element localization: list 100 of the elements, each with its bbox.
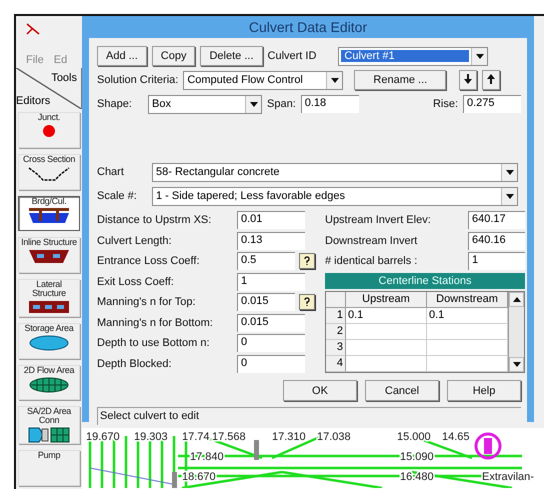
- column-header: Upstream: [346, 292, 427, 308]
- editor-button[interactable]: Cross Section: [18, 154, 80, 190]
- dropdown-arrow-icon: [512, 362, 520, 366]
- span-field[interactable]: 0.18: [300, 95, 359, 113]
- field-label: Manning's n for Bottom:: [97, 316, 214, 329]
- input-field[interactable]: 0: [237, 334, 305, 352]
- station-label: 19.670: [86, 431, 120, 443]
- field-label: Shape:: [97, 98, 133, 110]
- dialog-button[interactable]: Cancel: [365, 380, 439, 401]
- field-label: Depth to use Bottom n:: [97, 337, 211, 350]
- field-label: Exit Loss Coeff:: [97, 276, 175, 288]
- status-bar: Select culvert to edit: [97, 407, 521, 425]
- chart-dropdown[interactable]: 58- Rectangular concrete: [152, 162, 518, 182]
- arrow-up-icon: [487, 74, 496, 84]
- input-field[interactable]: 0.01: [237, 211, 305, 230]
- field-label: Chart: [97, 166, 125, 178]
- station-label: 17.840: [190, 451, 224, 463]
- field-label: Manning's n for Top:: [97, 296, 197, 308]
- input-field[interactable]: 640.17: [468, 211, 525, 230]
- scale-dropdown[interactable]: 1 - Side tapered; Less favorable edges: [152, 186, 518, 206]
- dropdown-arrow-icon: [506, 170, 514, 174]
- input-field[interactable]: 0.015: [237, 293, 295, 312]
- input-field[interactable]: 1: [237, 272, 305, 291]
- field-label: Downstream Invert: [325, 234, 418, 247]
- dropdown-arrow-icon: [506, 194, 514, 198]
- editor-button[interactable]: Pump: [18, 450, 80, 486]
- field-label: Upstream Invert Elev:: [325, 214, 432, 226]
- input-field[interactable]: 0.13: [237, 232, 305, 250]
- rise-field[interactable]: 0.275: [463, 95, 521, 113]
- tools-label: Tools: [51, 72, 77, 84]
- toolbar-button[interactable]: Copy: [152, 46, 196, 66]
- station-label: 17.568: [212, 431, 246, 443]
- field-label: # identical barrels :: [325, 255, 418, 268]
- input-field[interactable]: 640.16: [468, 232, 525, 250]
- area-connection-icon: [27, 425, 71, 444]
- field-label: Span:: [267, 98, 296, 110]
- dropdown-arrow-icon: [330, 78, 339, 82]
- scrollbar[interactable]: [508, 292, 524, 372]
- window-title: Culvert Data Editor: [248, 18, 368, 37]
- toolbar-button[interactable]: Add ...: [97, 46, 147, 66]
- bridge-icon: [27, 206, 71, 224]
- storage-area-icon: [27, 332, 71, 351]
- station-label: 14.65: [442, 431, 470, 443]
- field-label: Solution Criteria:: [97, 74, 178, 86]
- junction-icon: [42, 124, 56, 138]
- editor-button[interactable]: SA/2D Area Conn: [18, 406, 80, 444]
- editor-button[interactable]: Inline Structure: [18, 237, 80, 273]
- table-cell[interactable]: [346, 340, 427, 356]
- dropdown-arrow-icon: [476, 54, 484, 58]
- help-button[interactable]: [299, 294, 315, 310]
- input-field[interactable]: 0: [237, 354, 305, 373]
- editor-button[interactable]: Storage Area: [18, 322, 80, 359]
- table-cell[interactable]: [346, 356, 427, 372]
- toolbar-button[interactable]: Delete ...: [200, 46, 263, 66]
- station-label: 19.303: [134, 431, 168, 443]
- scroll-up-arrow-icon: [512, 296, 520, 302]
- field-label: Culvert ID: [268, 50, 316, 62]
- inline-structure-icon: [27, 247, 71, 266]
- field-label: Rise:: [432, 98, 458, 110]
- input-field[interactable]: 1: [468, 252, 525, 270]
- table-corner: [326, 292, 346, 308]
- move-down-button[interactable]: [459, 70, 478, 90]
- dialog-button[interactable]: OK: [283, 380, 357, 401]
- field-label: Distance to Upstrm XS:: [97, 214, 212, 226]
- table-cell[interactable]: 0.1: [346, 308, 427, 324]
- table-cell[interactable]: [346, 324, 427, 340]
- row-number: 2: [326, 324, 346, 340]
- grid-area-icon: [27, 374, 71, 393]
- question-icon: [302, 256, 312, 266]
- solution-dropdown[interactable]: Computed Flow Control: [183, 70, 344, 90]
- station-label: 16.480: [400, 471, 434, 483]
- row-number: 1: [326, 308, 346, 324]
- marker-icon: [474, 432, 502, 460]
- editor-button[interactable]: 2D Flow Area: [18, 364, 80, 400]
- dropdown-arrow-icon: [250, 102, 258, 106]
- rename-button[interactable]: Rename ...: [354, 70, 446, 90]
- move-up-button[interactable]: [482, 70, 500, 90]
- table-title: Centerline Stations: [325, 272, 525, 288]
- dialog-button[interactable]: Help: [447, 380, 521, 401]
- editor-button[interactable]: Junct.: [18, 112, 80, 148]
- arrow-down-icon: [464, 74, 472, 84]
- station-label: 17.310: [272, 431, 306, 443]
- input-field[interactable]: 0.015: [237, 314, 305, 332]
- shape-dropdown[interactable]: Box: [148, 94, 262, 114]
- field-label: Entrance Loss Coeff:: [97, 255, 201, 268]
- field-label: Scale #:: [97, 190, 138, 202]
- station-label: 15.090: [400, 451, 434, 463]
- help-button[interactable]: [299, 253, 315, 270]
- culvert-id-dropdown[interactable]: Culvert #1: [338, 46, 488, 66]
- input-field[interactable]: 0.5: [237, 252, 295, 270]
- editors-label: Editors: [16, 95, 50, 108]
- station-label: 18.670: [182, 471, 216, 483]
- editor-button[interactable]: Brdg/Cul.: [18, 196, 80, 232]
- editor-button[interactable]: Lateral Structure: [18, 278, 80, 317]
- question-icon: [302, 297, 312, 308]
- station-label: 17.038: [317, 431, 351, 443]
- field-label: Culvert Length:: [97, 234, 173, 247]
- row-number: 4: [326, 356, 346, 372]
- column-header: Downstream: [427, 292, 508, 308]
- row-number: 3: [326, 340, 346, 356]
